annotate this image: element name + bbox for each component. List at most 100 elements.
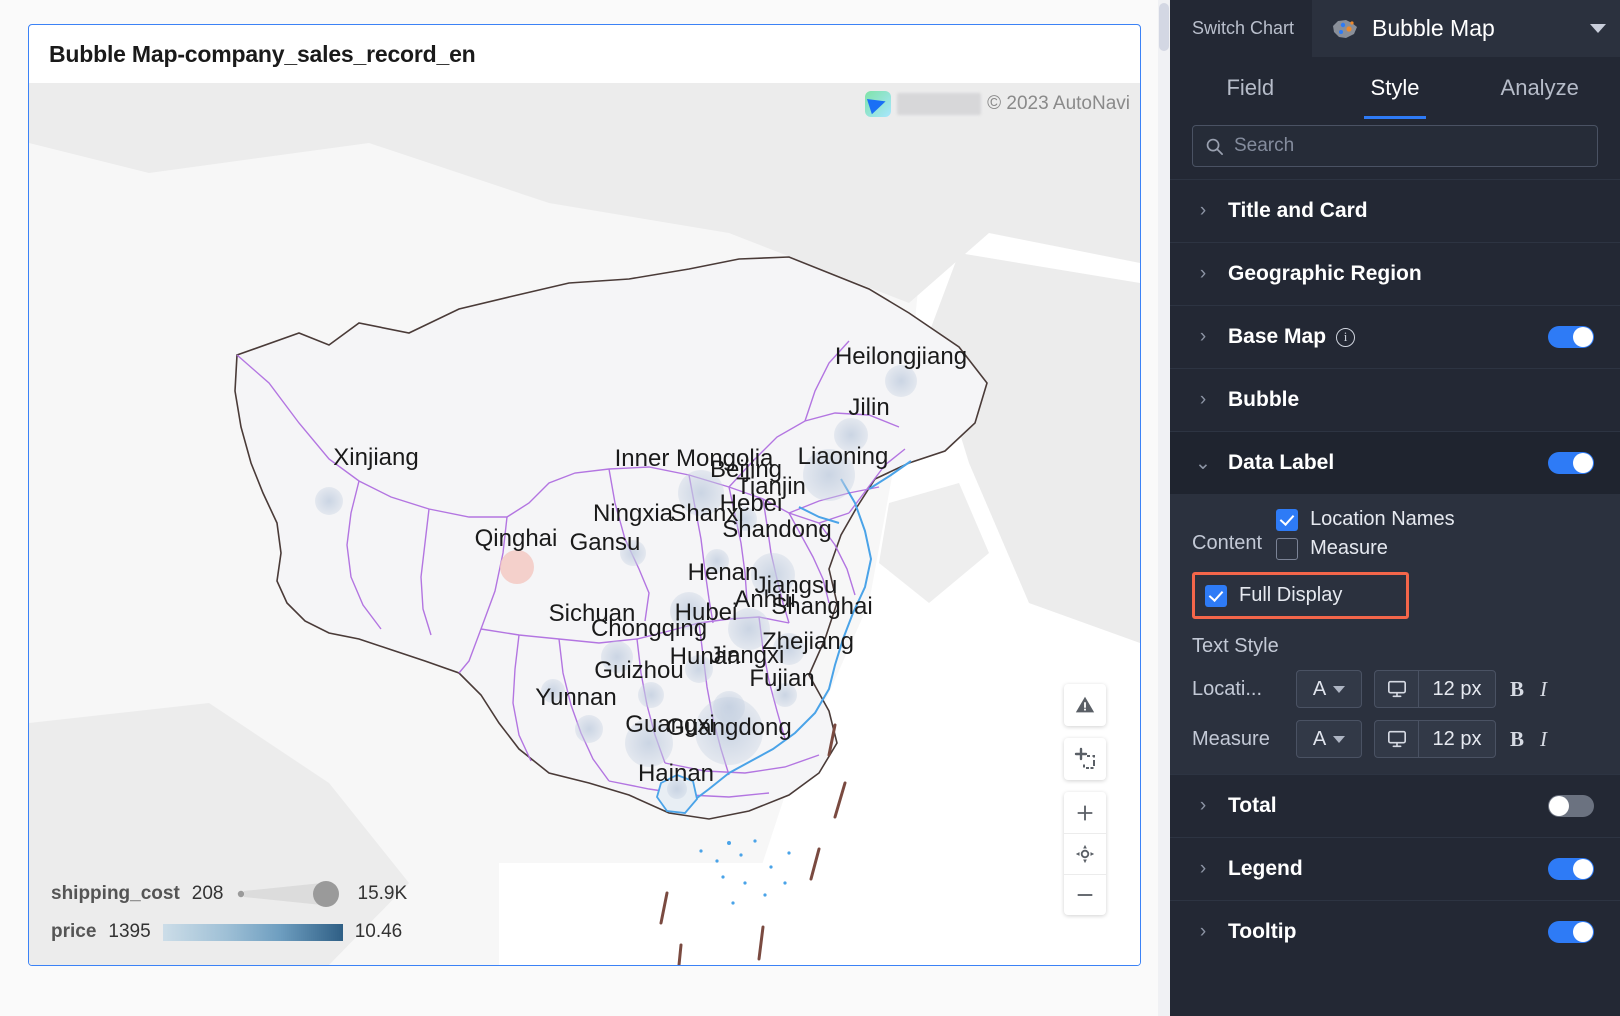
section-total[interactable]: › Total [1170, 774, 1620, 837]
panel-scrollbar-thumb[interactable] [1159, 3, 1169, 51]
section-legend[interactable]: › Legend [1170, 837, 1620, 900]
tab-style[interactable]: Style [1323, 57, 1468, 119]
add-selection-icon[interactable] [1064, 738, 1106, 780]
checkbox-label: Location Names [1310, 508, 1455, 530]
screen-size-icon[interactable] [1375, 721, 1419, 757]
chevron-right-icon: › [1199, 921, 1207, 942]
panel-scrollbar[interactable] [1158, 0, 1170, 1016]
content-checkbox-group: Location Names Measure [1276, 508, 1455, 560]
info-icon[interactable]: i [1336, 327, 1356, 347]
section-label: Geographic Region [1228, 262, 1422, 285]
checkbox-location-names[interactable]: Location Names [1276, 508, 1455, 531]
monitor-glyph [1387, 680, 1406, 698]
checkbox-measure[interactable]: Measure [1276, 537, 1455, 560]
map-attribution: © 2023 AutoNavi [865, 91, 1130, 117]
tooltip-toggle[interactable] [1548, 921, 1594, 943]
chevron-right-icon: › [1199, 326, 1207, 347]
warning-triangle-glyph [1075, 696, 1095, 713]
italic-button-measure[interactable]: I [1538, 727, 1549, 752]
zoom-controls [1064, 792, 1106, 915]
font-size-group-location: 12 px [1374, 670, 1496, 708]
map-label-shandong: Shandong [722, 516, 832, 543]
toggle-knob [1549, 796, 1569, 816]
app-root: Bubble Map-company_sales_record_en © 202… [0, 0, 1620, 1016]
bold-button-measure[interactable]: B [1508, 727, 1526, 752]
chevron-right-icon: › [1199, 200, 1207, 221]
checkbox-box [1205, 584, 1227, 607]
map-viewport[interactable]: © 2023 AutoNavi Heilongjiang Jilin Liaonin… [29, 83, 1140, 965]
panel-topbar: Switch Chart Bubble Map [1170, 0, 1620, 57]
search-box[interactable] [1192, 125, 1598, 167]
bold-button-location[interactable]: B [1508, 677, 1526, 702]
section-bubble[interactable]: › Bubble [1170, 368, 1620, 431]
style-row-label: Measure [1192, 727, 1270, 750]
zoom-out-button[interactable] [1064, 874, 1106, 915]
section-label: Total [1228, 794, 1277, 817]
map-graphic [29, 83, 1140, 965]
chevron-down-icon [1333, 735, 1346, 743]
chart-type-selector[interactable]: Bubble Map [1312, 0, 1620, 57]
switch-chart-button[interactable]: Switch Chart [1170, 18, 1312, 39]
locate-icon [1075, 844, 1095, 864]
section-label: Bubble [1228, 388, 1300, 411]
toggle-knob [1573, 922, 1593, 942]
zoom-in-button[interactable] [1064, 792, 1106, 833]
panel-tabs: Field Style Analyze [1170, 57, 1620, 119]
font-family-select-measure[interactable]: A [1296, 720, 1362, 758]
section-tooltip[interactable]: › Tooltip [1170, 900, 1620, 963]
font-family-select-location[interactable]: A [1296, 670, 1362, 708]
total-toggle[interactable] [1548, 795, 1594, 817]
checkbox-full-display[interactable]: Full Display [1192, 572, 1410, 619]
data-label-toggle[interactable] [1548, 452, 1594, 474]
section-label: Title and Card [1228, 199, 1368, 222]
map-label-yunnan: Yunnan [535, 684, 617, 711]
locate-button[interactable] [1064, 833, 1106, 874]
tab-analyze[interactable]: Analyze [1467, 57, 1612, 119]
map-label-guangdong: Guangdong [666, 714, 792, 741]
font-size-input-location[interactable]: 12 px [1419, 671, 1495, 707]
content-label: Content [1192, 532, 1263, 554]
font-glyph: A [1312, 727, 1327, 750]
map-label-gansu: Gansu [569, 529, 641, 556]
style-settings-panel: Switch Chart Bubble Map Field Style Anal… [1158, 0, 1620, 1016]
chevron-down-icon [1333, 685, 1346, 693]
legend-size-max: 15.9K [357, 883, 408, 904]
section-label: Tooltip [1228, 920, 1297, 943]
add-selection-glyph [1074, 747, 1095, 769]
attribution-redacted [897, 93, 982, 115]
section-geographic-region[interactable]: › Geographic Region [1170, 242, 1620, 305]
legend-size-min: 208 [191, 883, 224, 904]
section-title-and-card[interactable]: › Title and Card [1170, 179, 1620, 242]
italic-button-location[interactable]: I [1538, 677, 1549, 702]
chart-card[interactable]: Bubble Map-company_sales_record_en © 202… [28, 24, 1141, 966]
toggle-knob [1573, 453, 1593, 473]
screen-size-icon[interactable] [1375, 671, 1419, 707]
legend-toggle[interactable] [1548, 858, 1594, 880]
legend-size-row: shipping_cost 208 15.9K [51, 881, 407, 907]
bubble-map-icon [1333, 19, 1358, 38]
tab-field[interactable]: Field [1178, 57, 1323, 119]
checkbox-box [1276, 537, 1299, 560]
warning-triangle-icon[interactable] [1064, 684, 1106, 726]
legend-color-ramp [162, 923, 343, 941]
section-base-map[interactable]: › Base Map i [1170, 305, 1620, 368]
attribution-text: © 2023 AutoNavi [987, 93, 1130, 114]
content-row: Content Location Names Measure [1192, 508, 1598, 560]
map-legend: shipping_cost 208 15.9K price 1395 10.46 [51, 881, 407, 943]
map-label-shanghai: Shanghai [771, 593, 873, 620]
search-input[interactable] [1234, 135, 1585, 157]
chevron-down-icon: ⌄ [1195, 452, 1211, 474]
legend-color-row: price 1395 10.46 [51, 921, 407, 943]
chevron-down-icon [1590, 24, 1606, 33]
section-data-label[interactable]: ⌄ Data Label [1170, 431, 1620, 494]
font-size-input-measure[interactable]: 12 px [1419, 721, 1495, 757]
map-label-chongqing: Chongqing [590, 615, 708, 642]
chevron-right-icon: › [1199, 263, 1207, 284]
chevron-right-icon: › [1199, 389, 1207, 410]
search-wrapper [1170, 119, 1620, 179]
map-label-fujian: Fujian [749, 665, 815, 692]
base-map-toggle[interactable] [1548, 326, 1594, 348]
toggle-knob [1573, 327, 1593, 347]
map-label-jilin: Jilin [848, 394, 890, 421]
monitor-glyph [1387, 730, 1406, 748]
